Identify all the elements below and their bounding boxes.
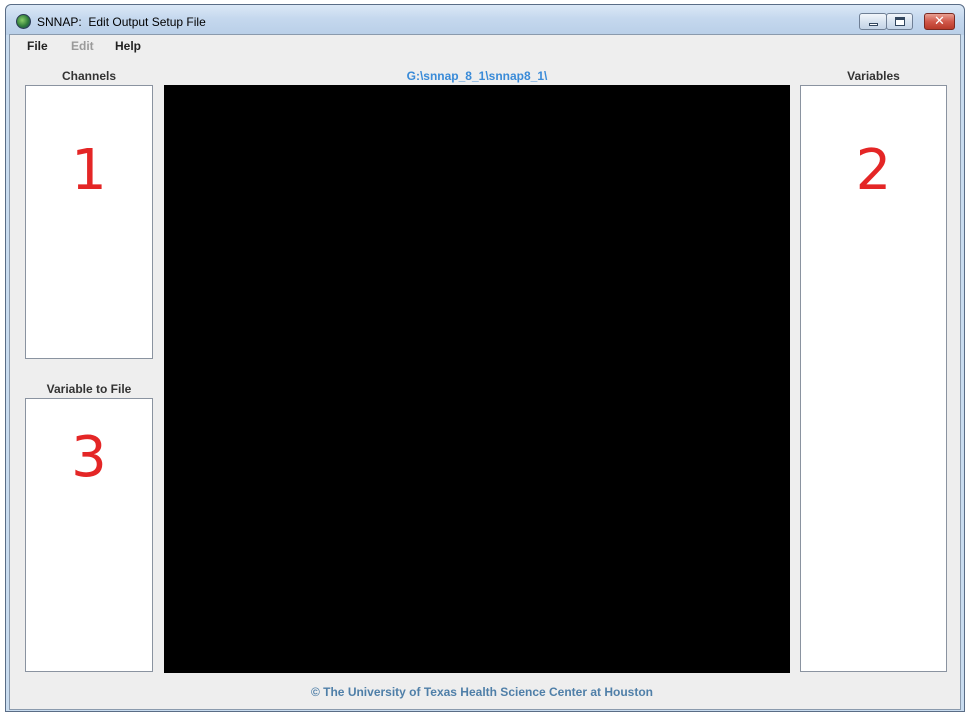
window-title: SNNAP: Edit Output Setup File <box>37 15 206 29</box>
display-canvas[interactable] <box>164 85 790 673</box>
menu-file[interactable]: File <box>27 39 48 53</box>
menu-help[interactable]: Help <box>115 39 141 53</box>
close-icon: ✕ <box>934 14 945 29</box>
annotation-3: 3 <box>71 425 107 490</box>
variables-label: Variables <box>847 69 900 83</box>
channels-list[interactable]: 1 <box>25 85 153 359</box>
maximize-button[interactable] <box>886 13 913 30</box>
annotation-2: 2 <box>855 138 892 203</box>
annotation-1: 1 <box>71 138 107 203</box>
client-area: File Edit Help Channels 1 Variable to Fi… <box>9 34 961 710</box>
maximize-icon <box>895 17 905 26</box>
minimize-icon <box>869 23 878 26</box>
menu-bar: File Edit Help <box>10 35 960 57</box>
menu-edit[interactable]: Edit <box>71 39 94 53</box>
copyright-footer: © The University of Texas Health Science… <box>310 685 654 699</box>
app-window: SNNAP: Edit Output Setup File ✕ File Edi… <box>5 4 965 712</box>
variable-to-file-list[interactable]: 3 <box>25 398 153 672</box>
title-bar[interactable]: SNNAP: Edit Output Setup File ✕ <box>6 5 964 35</box>
variables-list[interactable]: 2 <box>800 85 947 672</box>
file-path-label: G:\snnap_8_1\snnap8_1\ <box>406 69 548 83</box>
channels-label: Channels <box>61 69 116 83</box>
snnap-app-icon <box>16 14 31 29</box>
minimize-button[interactable] <box>859 13 887 30</box>
close-button[interactable]: ✕ <box>924 13 955 30</box>
variable-to-file-label: Variable to File <box>46 382 132 396</box>
